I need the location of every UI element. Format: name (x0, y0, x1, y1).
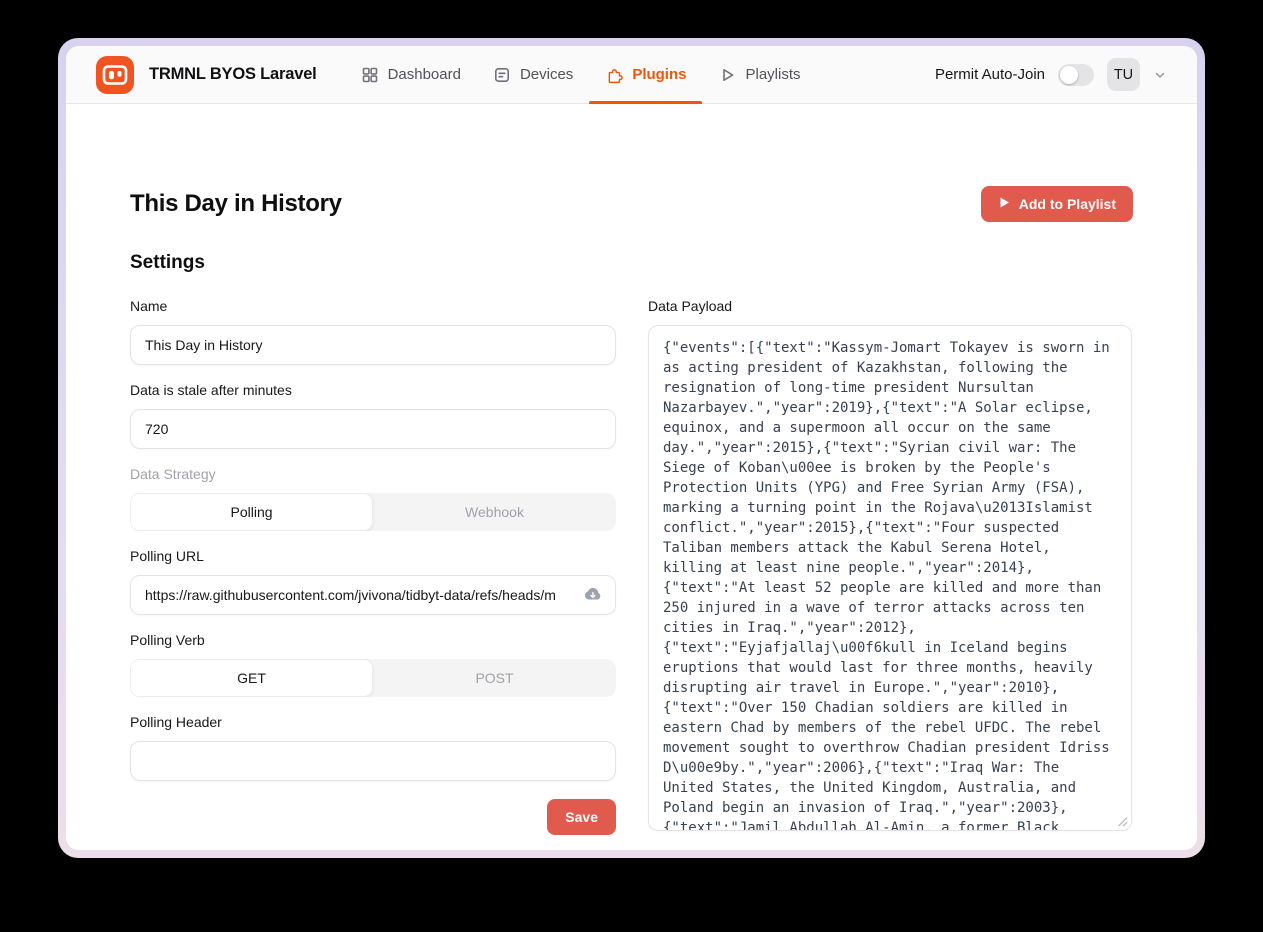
polling-header-label: Polling Header (130, 714, 616, 730)
polling-url-input[interactable] (130, 575, 616, 615)
grid-icon (361, 66, 379, 84)
nav-tab-label: Playlists (745, 66, 800, 83)
page-title: This Day in History (130, 190, 342, 218)
settings-heading: Settings (130, 252, 1133, 274)
device-card-icon (493, 66, 511, 84)
puzzle-icon (605, 66, 623, 84)
nav-tab-label: Plugins (632, 66, 686, 83)
polling-verb-group: Polling Verb GET POST (130, 632, 616, 697)
save-button[interactable]: Save (547, 799, 616, 835)
verb-option-get[interactable]: GET (130, 659, 373, 697)
nav-tab-label: Devices (520, 66, 573, 83)
save-row: Save (130, 799, 616, 835)
polling-header-field-group: Polling Header (130, 714, 616, 781)
data-strategy-group: Data Strategy Polling Webhook (130, 466, 616, 531)
polling-verb-segmented-control: GET POST (130, 659, 616, 697)
name-field-group: Name (130, 298, 616, 365)
avatar[interactable]: TU (1107, 58, 1140, 91)
polling-verb-label: Polling Verb (130, 632, 616, 648)
data-strategy-segmented-control: Polling Webhook (130, 493, 616, 531)
polling-header-input[interactable] (130, 741, 616, 781)
nav-tab-label: Dashboard (388, 66, 461, 83)
permit-auto-join-toggle[interactable] (1058, 64, 1094, 86)
nav-tab-plugins[interactable]: Plugins (589, 46, 702, 103)
chevron-down-icon[interactable] (1153, 68, 1167, 82)
stale-minutes-label: Data is stale after minutes (130, 382, 616, 398)
cloud-download-icon[interactable] (582, 587, 603, 604)
data-payload-label: Data Payload (648, 298, 1132, 314)
add-to-playlist-label: Add to Playlist (1019, 196, 1116, 212)
app-title: TRMNL BYOS Laravel (149, 65, 317, 84)
stale-minutes-field-group: Data is stale after minutes (130, 382, 616, 449)
nav-tab-dashboard[interactable]: Dashboard (345, 46, 477, 103)
brand: TRMNL BYOS Laravel (96, 46, 317, 103)
topbar-right: Permit Auto-Join TU (935, 46, 1167, 103)
form-left-column: Name Data is stale after minutes Data St… (130, 298, 616, 835)
top-navigation-bar: TRMNL BYOS Laravel Dashboard (66, 46, 1197, 104)
data-strategy-label: Data Strategy (130, 466, 616, 482)
nav-tab-devices[interactable]: Devices (477, 46, 589, 103)
app-card: TRMNL BYOS Laravel Dashboard (66, 46, 1197, 850)
form-right-column: Data Payload {"events":[{"text":"Kassym-… (648, 298, 1132, 836)
name-label: Name (130, 298, 616, 314)
strategy-option-polling[interactable]: Polling (130, 493, 373, 531)
stale-minutes-input[interactable] (130, 409, 616, 449)
add-to-playlist-button[interactable]: Add to Playlist (981, 186, 1133, 222)
play-filled-icon (998, 196, 1010, 212)
main-nav: Dashboard Devices (345, 46, 817, 103)
verb-option-post[interactable]: POST (373, 659, 616, 697)
nav-tab-playlists[interactable]: Playlists (702, 46, 816, 103)
polling-url-field-group: Polling URL (130, 548, 616, 615)
toggle-knob (1060, 66, 1078, 84)
name-input[interactable] (130, 325, 616, 365)
strategy-option-webhook[interactable]: Webhook (373, 493, 616, 531)
trmnl-logo-icon (96, 56, 134, 94)
data-payload-textarea[interactable]: {"events":[{"text":"Kassym-Jomart Tokaye… (648, 325, 1132, 831)
play-outline-icon (718, 66, 736, 84)
permit-auto-join-label: Permit Auto-Join (935, 66, 1045, 83)
polling-url-label: Polling URL (130, 548, 616, 564)
main-content: This Day in History Add to Playlist Sett… (66, 104, 1197, 850)
title-row: This Day in History Add to Playlist (130, 186, 1133, 222)
window-frame: TRMNL BYOS Laravel Dashboard (58, 38, 1205, 858)
settings-form: Name Data is stale after minutes Data St… (130, 298, 1133, 836)
